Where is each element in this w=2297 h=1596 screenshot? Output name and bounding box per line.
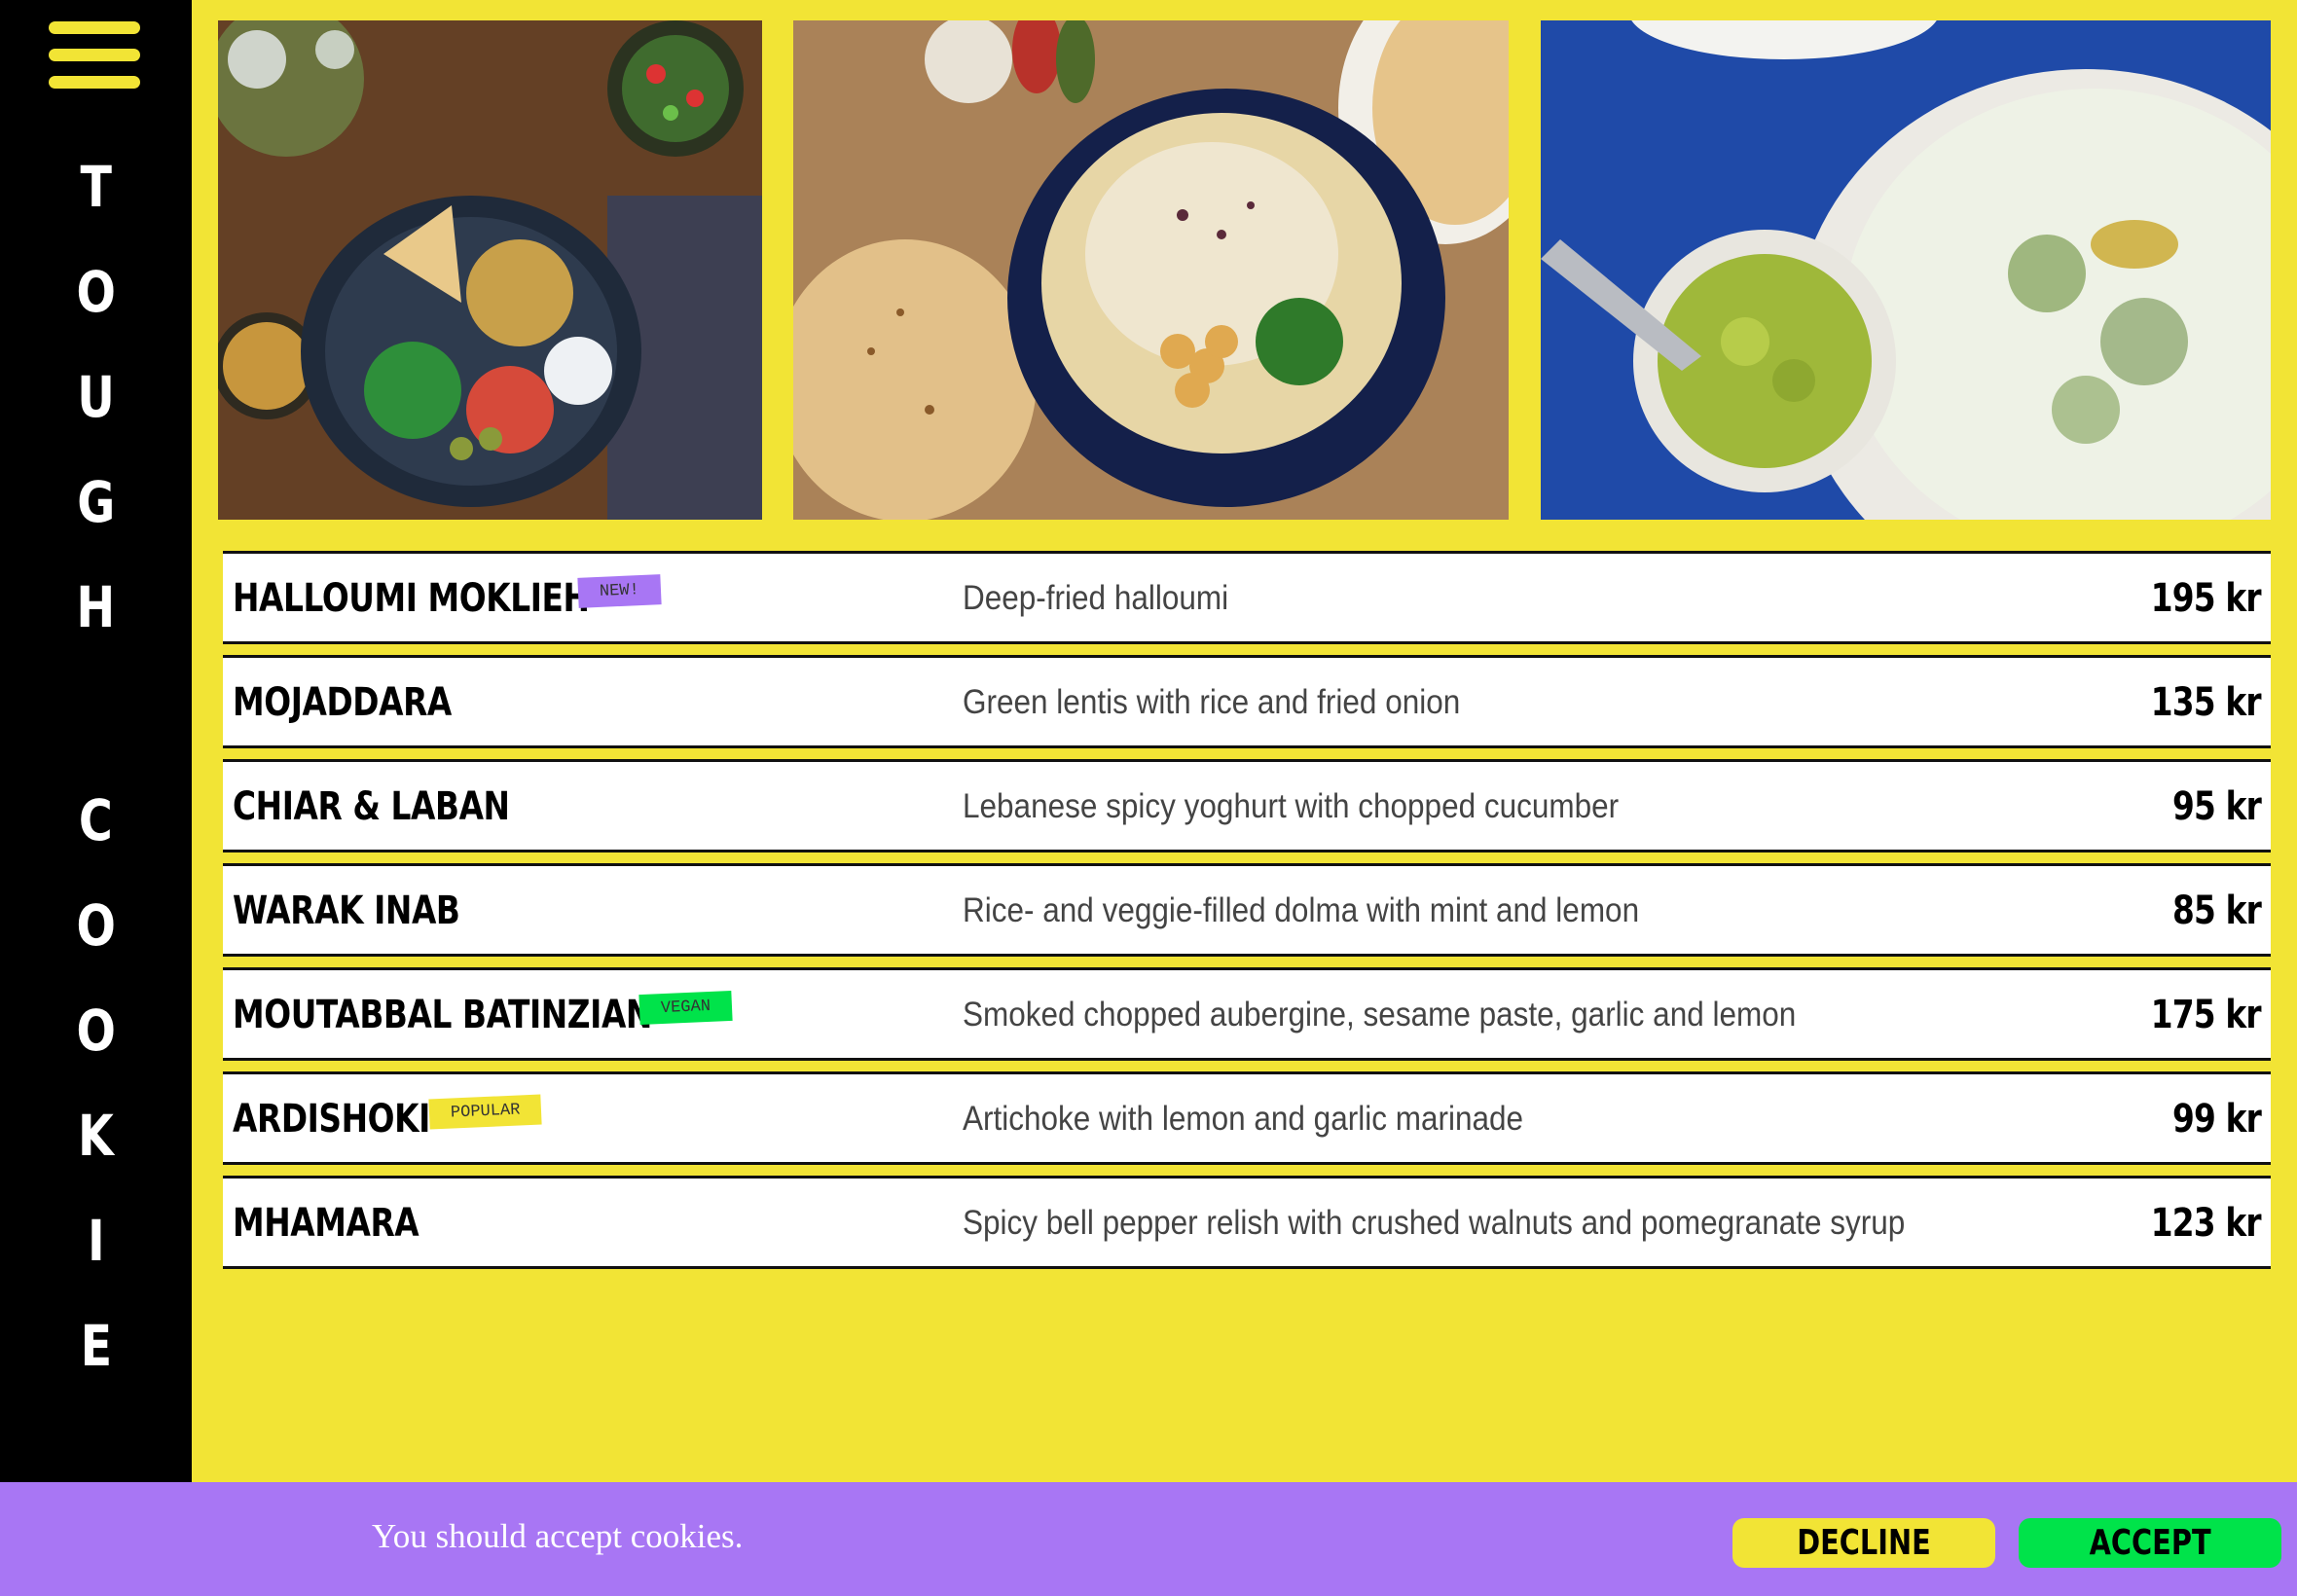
hamburger-menu-icon[interactable] (49, 21, 140, 90)
decline-button-label: DECLINE (1797, 1523, 1931, 1563)
brand-word-tough: T O U G H (0, 148, 192, 673)
menu-item-row[interactable]: WARAK INAB Rice- and veggie-filled dolma… (223, 863, 2271, 957)
food-photo-hummus (793, 20, 1509, 520)
dish-name: ARDISHOKI (233, 1097, 430, 1142)
tag-badge-vegan: VEGAN (638, 990, 733, 1026)
dish-price: 85 kr (2172, 889, 2262, 933)
decline-button[interactable]: DECLINE (1732, 1518, 1995, 1568)
dish-description: Deep-fried halloumi (963, 579, 1229, 617)
dish-name: HALLOUMI MOKLIEH (233, 576, 590, 621)
dish-name: MHAMARA (233, 1201, 419, 1246)
menu-list: HALLOUMI MOKLIEH NEW! Deep-fried halloum… (223, 551, 2271, 1280)
menu-bar (49, 76, 140, 89)
menu-item-row[interactable]: MHAMARA Spicy bell pepper relish with cr… (223, 1176, 2271, 1269)
brand-letter: C (79, 787, 113, 853)
accept-button-label: ACCEPT (2089, 1523, 2211, 1563)
food-photo-salad (218, 20, 762, 520)
dish-description: Smoked chopped aubergine, sesame paste, … (963, 996, 1797, 1034)
dish-name: MOUTABBAL BATINZIAN (233, 993, 652, 1037)
brand-letter: O (76, 892, 116, 959)
brand-letter: K (78, 1103, 114, 1169)
food-photo-dips (1541, 20, 2271, 520)
menu-item-row[interactable]: CHIAR & LABAN Lebanese spicy yoghurt wit… (223, 759, 2271, 852)
brand-letter: O (76, 998, 116, 1064)
sidebar: T O U G H C O O K I E (0, 0, 192, 1482)
tag-badge-new: NEW! (577, 574, 662, 608)
dish-description: Spicy bell pepper relish with crushed wa… (963, 1204, 1906, 1242)
dish-price: 135 kr (2151, 680, 2262, 725)
accept-button[interactable]: ACCEPT (2019, 1518, 2281, 1568)
menu-bar (49, 49, 140, 61)
dish-price: 95 kr (2172, 784, 2262, 829)
brand-letter: I (87, 1208, 105, 1274)
brand-word-cookie: C O O K I E (0, 781, 192, 1412)
menu-item-row[interactable]: ARDISHOKI POPULAR Artichoke with lemon a… (223, 1071, 2271, 1165)
brand-letter: H (76, 574, 116, 640)
menu-item-row[interactable]: HALLOUMI MOKLIEH NEW! Deep-fried halloum… (223, 551, 2271, 644)
dish-price: 99 kr (2172, 1097, 2262, 1142)
dish-description: Rice- and veggie-filled dolma with mint … (963, 891, 1640, 929)
dish-description: Lebanese spicy yoghurt with chopped cucu… (963, 787, 1620, 825)
dish-name: MOJADDARA (233, 680, 452, 725)
cookie-banner: You should accept cookies. DECLINE ACCEP… (0, 1482, 2297, 1596)
dish-description: Artichoke with lemon and garlic marinade (963, 1100, 1524, 1138)
dish-description: Green lentis with rice and fried onion (963, 683, 1461, 721)
cookie-message: You should accept cookies. (372, 1517, 744, 1555)
brand-letter: E (80, 1313, 112, 1379)
brand-letter: T (80, 154, 112, 220)
dish-name: WARAK INAB (233, 889, 460, 933)
menu-bar (49, 21, 140, 34)
dish-price: 195 kr (2151, 576, 2262, 621)
dish-price: 175 kr (2151, 993, 2262, 1037)
dish-price: 123 kr (2151, 1201, 2262, 1246)
brand-letter: G (76, 469, 116, 535)
tag-badge-popular: POPULAR (428, 1094, 543, 1130)
menu-item-row[interactable]: MOJADDARA Green lentis with rice and fri… (223, 655, 2271, 748)
brand-letter: U (77, 364, 115, 430)
brand-letter: O (76, 259, 116, 325)
dish-name: CHIAR & LABAN (233, 784, 510, 829)
menu-item-row[interactable]: MOUTABBAL BATINZIAN VEGAN Smoked chopped… (223, 967, 2271, 1061)
